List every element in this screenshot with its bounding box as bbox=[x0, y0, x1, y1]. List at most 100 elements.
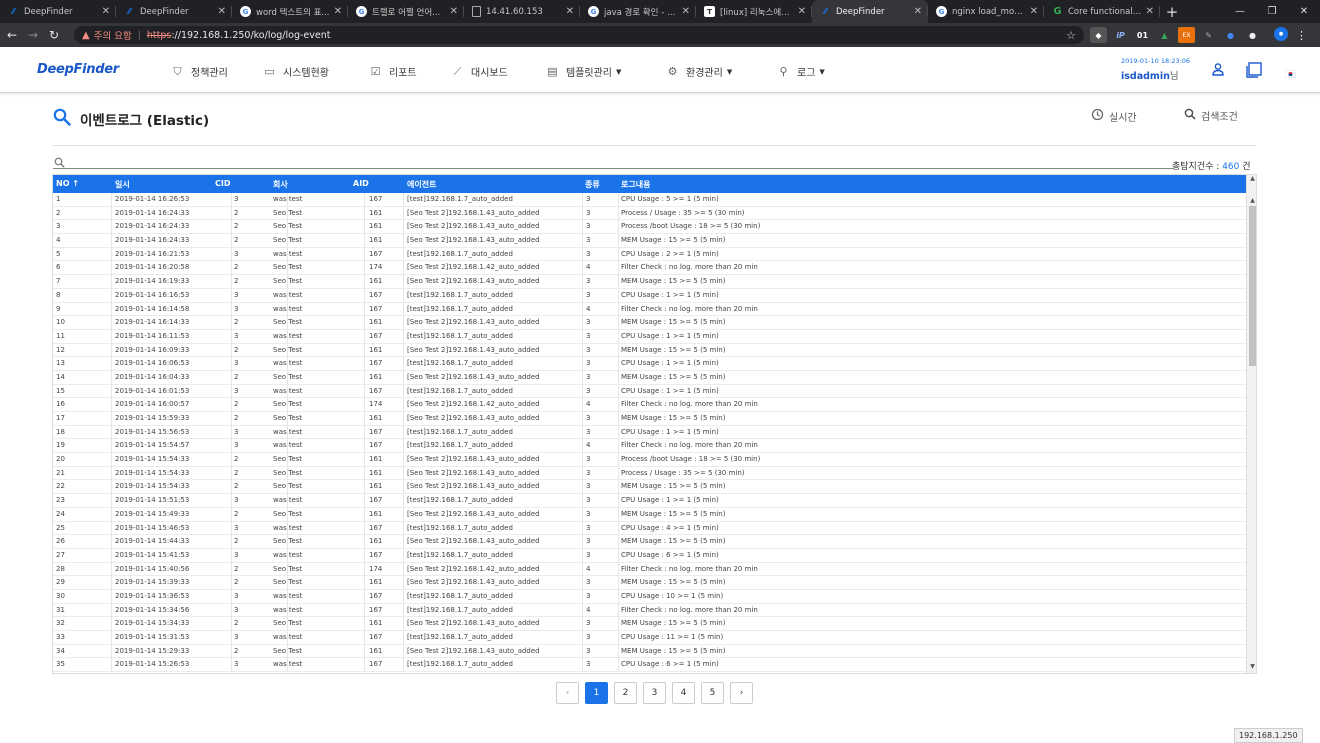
menu-dots-icon[interactable]: ⋮ bbox=[1293, 27, 1310, 43]
table-row[interactable]: 14 2019-01-14 16:04:33 2 Seo Test 161 [Seo Te… bbox=[53, 370, 1246, 385]
drive-extension-icon[interactable]: ▲ bbox=[1156, 27, 1173, 43]
table-row[interactable]: 24 2019-01-14 15:49:33 2 Seo Test 161 [Seo Te… bbox=[53, 507, 1246, 522]
table-row[interactable]: 20 2019-01-14 15:54:33 2 Seo Test 161 [Seo Te… bbox=[53, 453, 1246, 467]
scroll-down-icon[interactable]: ▼ bbox=[1247, 663, 1256, 670]
badge-extension-icon[interactable]: 01 bbox=[1134, 27, 1151, 43]
browser-tab[interactable]: ⁄⁄ DeepFinder ✕ bbox=[0, 0, 116, 23]
deepfinder-logo[interactable]: DeepFinder bbox=[37, 62, 119, 77]
blue-extension-icon[interactable]: ● bbox=[1222, 27, 1239, 43]
user-profile-icon[interactable] bbox=[1211, 62, 1225, 80]
shield-extension-icon[interactable]: ◆ bbox=[1090, 27, 1107, 43]
white-extension-icon[interactable]: ● bbox=[1244, 27, 1261, 43]
close-icon[interactable]: ✕ bbox=[798, 6, 806, 17]
browser-tab[interactable]: T [linux] 리눅스에서... ✕ bbox=[696, 0, 812, 23]
table-row[interactable]: 2 2019-01-14 16:24:33 2 Seo Test 161 [Seo Tes… bbox=[53, 206, 1246, 221]
table-row[interactable]: 35 2019-01-14 15:26:53 3 was test 167 [test]1… bbox=[53, 658, 1246, 673]
search-conditions-button[interactable]: 검색조건 bbox=[1184, 108, 1238, 123]
table-row[interactable]: 7 2019-01-14 16:19:33 2 Seo Test 161 [Seo Tes… bbox=[53, 275, 1246, 289]
forward-icon[interactable]: → bbox=[24, 28, 42, 42]
nav-menu-checkbox[interactable]: ☑ 리포트 bbox=[369, 64, 417, 79]
browser-tab[interactable]: Gnginx load_module... ✕ bbox=[928, 0, 1044, 23]
browser-tab[interactable]: ⁄⁄ DeepFinder ✕ bbox=[116, 0, 232, 23]
page-button[interactable]: 5 bbox=[701, 682, 724, 704]
table-row[interactable]: 23 2019-01-14 15:51:53 3 was test 167 [test]1… bbox=[53, 494, 1246, 508]
table-row[interactable]: 6 2019-01-14 16:20:58 2 Seo Test 174 [Seo Tes… bbox=[53, 261, 1246, 276]
scrollbar-thumb[interactable] bbox=[1249, 206, 1256, 366]
table-row[interactable]: 1 2019-01-14 16:26:53 3 was test 167 [test]19… bbox=[53, 193, 1246, 207]
table-row[interactable]: 16 2019-01-14 16:00:57 2 Seo Test 174 [Seo Te… bbox=[53, 398, 1246, 412]
nav-menu-shield[interactable]: ⛉ 정책관리 bbox=[171, 64, 227, 80]
close-icon[interactable]: ✕ bbox=[914, 6, 922, 17]
column-header[interactable]: AID bbox=[353, 179, 369, 188]
table-row[interactable]: 4 2019-01-14 16:24:33 2 Seo Test 161 [Seo Tes… bbox=[53, 234, 1246, 248]
table-row[interactable]: 19 2019-01-14 15:54:57 3 was test 167 [test]1… bbox=[53, 439, 1246, 454]
close-icon[interactable]: ✕ bbox=[1030, 6, 1038, 17]
page-button[interactable]: 3 bbox=[643, 682, 666, 704]
profile-avatar-icon[interactable]: ● bbox=[1274, 27, 1288, 41]
next-page-button[interactable]: › bbox=[730, 682, 753, 704]
browser-tab[interactable]: G Core functionality ✕ bbox=[1044, 0, 1160, 23]
nav-menu-search[interactable]: ⚲ 로그 ▼ bbox=[777, 64, 824, 79]
table-row[interactable]: 28 2019-01-14 15:40:56 2 Seo Test 174 [Seo Te… bbox=[53, 562, 1246, 577]
table-row[interactable]: 9 2019-01-14 16:14:58 3 was test 167 [test]19… bbox=[53, 302, 1246, 317]
column-header[interactable]: 에이전트 bbox=[407, 179, 436, 190]
username[interactable]: isdadmin님 bbox=[1121, 68, 1190, 82]
realtime-button[interactable]: 실시간 bbox=[1091, 108, 1137, 124]
back-icon[interactable]: ← bbox=[3, 28, 21, 42]
nav-menu-chart-line[interactable]: ⟋ 대시보드 bbox=[451, 64, 508, 80]
scroll-up-icon[interactable]: ▲ bbox=[1247, 175, 1256, 182]
table-row[interactable]: 3 2019-01-14 16:24:33 2 Seo Test 161 [Seo Tes… bbox=[53, 220, 1246, 235]
security-warning[interactable]: ▲ 주의 요함 bbox=[82, 28, 132, 43]
korean-flag-icon[interactable] bbox=[1284, 66, 1297, 82]
column-header[interactable]: 회사 bbox=[273, 179, 288, 190]
browser-tab[interactable]: Gword 텍스트의 표... ✕ bbox=[232, 0, 348, 23]
close-icon[interactable]: ✕ bbox=[334, 6, 342, 17]
page-button[interactable]: 1 bbox=[585, 682, 608, 704]
nav-menu-monitor[interactable]: ▭ 시스템현황 bbox=[263, 64, 329, 79]
table-row[interactable]: 15 2019-01-14 16:01:53 3 was test 167 [test]1… bbox=[53, 384, 1246, 399]
column-header[interactable]: 일시 bbox=[115, 179, 130, 190]
table-row[interactable]: 25 2019-01-14 15:46:53 3 was test 167 [test]1… bbox=[53, 521, 1246, 536]
table-row[interactable]: 33 2019-01-14 15:31:53 3 was test 167 [test]1… bbox=[53, 631, 1246, 645]
table-row[interactable]: 26 2019-01-14 15:44:33 2 Seo Test 161 [Seo Te… bbox=[53, 535, 1246, 549]
table-row[interactable]: 5 2019-01-14 16:21:53 3 was test 167 [test]19… bbox=[53, 247, 1246, 262]
prev-page-button[interactable]: ‹ bbox=[556, 682, 579, 704]
close-icon[interactable]: ✕ bbox=[1146, 6, 1154, 17]
close-window-icon[interactable]: ✕ bbox=[1288, 0, 1320, 23]
table-row[interactable]: 17 2019-01-14 15:59:33 2 Seo Test 161 [Seo Te… bbox=[53, 412, 1246, 426]
table-row[interactable]: 29 2019-01-14 15:39:33 2 Seo Test 161 [Seo Te… bbox=[53, 576, 1246, 590]
page-button[interactable]: 4 bbox=[672, 682, 695, 704]
close-icon[interactable]: ✕ bbox=[102, 6, 110, 17]
table-row[interactable]: 31 2019-01-14 15:34:56 3 was test 167 [test]1… bbox=[53, 603, 1246, 618]
column-header[interactable]: NO ↑ bbox=[56, 179, 79, 188]
nav-menu-template[interactable]: ▤ 템플릿관리 ▼ bbox=[546, 64, 621, 79]
column-header[interactable]: 종류 bbox=[585, 179, 600, 190]
close-icon[interactable]: ✕ bbox=[450, 6, 458, 17]
nav-menu-gear[interactable]: ⚙ 환경관리 ▼ bbox=[666, 64, 733, 79]
column-header[interactable]: CID bbox=[215, 179, 231, 188]
page-button[interactable]: 2 bbox=[614, 682, 637, 704]
table-row[interactable]: 11 2019-01-14 16:11:53 3 was test 167 [test]1… bbox=[53, 329, 1246, 344]
reload-icon[interactable]: ↻ bbox=[45, 28, 63, 42]
vertical-scrollbar[interactable]: ▲ ▲ ▼ bbox=[1246, 175, 1256, 673]
table-row[interactable]: 32 2019-01-14 15:34:33 2 Seo Test 161 [Seo Te… bbox=[53, 617, 1246, 631]
table-row[interactable]: 10 2019-01-14 16:14:33 2 Seo Test 161 [Seo Te… bbox=[53, 316, 1246, 330]
close-icon[interactable]: ✕ bbox=[566, 6, 574, 17]
window-copy-icon[interactable] bbox=[1246, 62, 1262, 82]
url-input[interactable]: ▲ 주의 요함 | https ://192.168.1.250/ko/log/… bbox=[74, 26, 1084, 44]
table-row[interactable]: 12 2019-01-14 16:09:33 2 Seo Test 161 [Seo Te… bbox=[53, 343, 1246, 358]
table-row[interactable]: 34 2019-01-14 15:29:33 2 Seo Test 161 [Seo Te… bbox=[53, 644, 1246, 659]
browser-tab[interactable]: ⁄⁄ DeepFinder ✕ bbox=[812, 0, 928, 23]
brush-extension-icon[interactable]: ✎ bbox=[1200, 27, 1217, 43]
ip-extension-icon[interactable]: iP bbox=[1112, 27, 1129, 43]
table-row[interactable]: 22 2019-01-14 15:54:33 2 Seo Test 161 [Seo Te… bbox=[53, 480, 1246, 495]
orange-extension-icon[interactable]: EX bbox=[1178, 27, 1195, 43]
new-tab-icon[interactable]: + bbox=[1160, 0, 1184, 23]
minimize-icon[interactable]: — bbox=[1224, 0, 1256, 23]
table-row[interactable]: 27 2019-01-14 15:41:53 3 was test 167 [test]1… bbox=[53, 548, 1246, 563]
search-input[interactable] bbox=[53, 153, 1173, 169]
table-row[interactable]: 18 2019-01-14 15:56:53 3 was test 167 [test]1… bbox=[53, 425, 1246, 440]
close-icon[interactable]: ✕ bbox=[218, 6, 226, 17]
scroll-up-small-icon[interactable]: ▲ bbox=[1247, 197, 1256, 204]
browser-tab[interactable]: 14.41.60.153 ✕ bbox=[464, 0, 580, 23]
